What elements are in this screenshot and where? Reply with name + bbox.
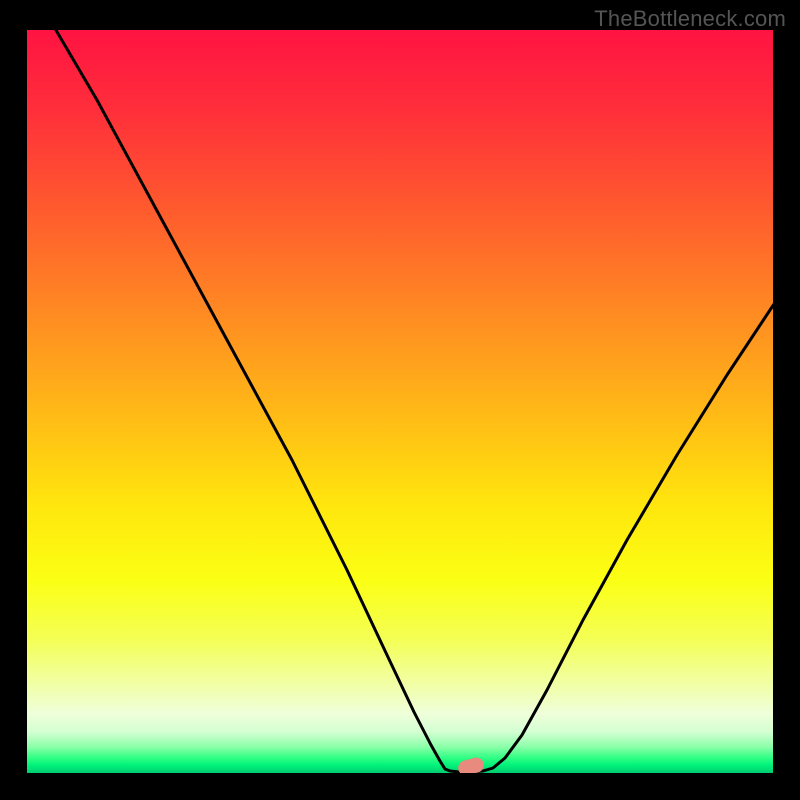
chart-frame: TheBottleneck.com (0, 0, 800, 800)
watermark-label: TheBottleneck.com (594, 6, 786, 32)
bottleneck-curve (27, 30, 773, 773)
plot-area (27, 30, 773, 773)
